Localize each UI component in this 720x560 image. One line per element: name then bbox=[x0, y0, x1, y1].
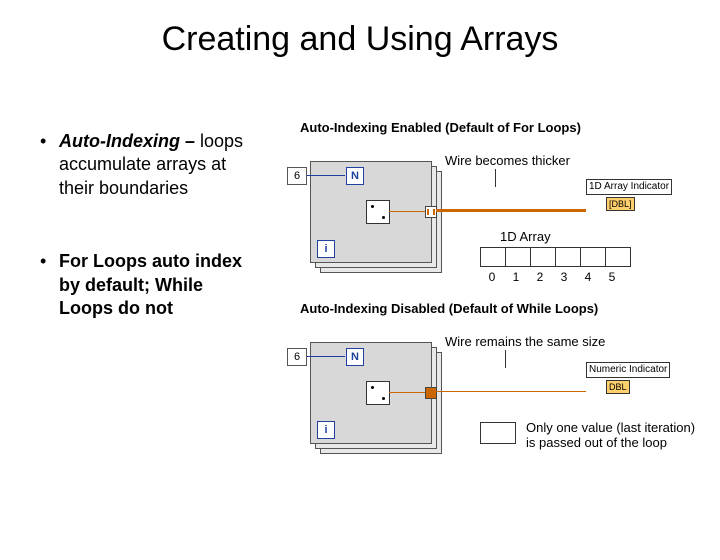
bottom-panel: Wire remains the same size 6 N i Numeric… bbox=[300, 322, 700, 472]
array-cell bbox=[580, 247, 606, 267]
array-index: 1 bbox=[504, 270, 528, 284]
scalar-cell bbox=[480, 422, 516, 444]
loop-front: 6 N i bbox=[310, 161, 432, 263]
array-cell bbox=[530, 247, 556, 267]
top-panel: Wire becomes thicker 6 N i 1D Array Indi… bbox=[300, 141, 700, 291]
array-index: 2 bbox=[528, 270, 552, 284]
diagram-area: Auto-Indexing Enabled (Default of For Lo… bbox=[300, 120, 700, 472]
bullet-list: • Auto-Indexing – loops accumulate array… bbox=[40, 130, 270, 370]
bottom-caption: Auto-Indexing Disabled (Default of While… bbox=[300, 301, 700, 316]
auto-index-tunnel-icon bbox=[425, 206, 437, 218]
top-caption: Auto-Indexing Enabled (Default of For Lo… bbox=[300, 120, 700, 135]
slide-title: Creating and Using Arrays bbox=[0, 20, 720, 59]
bottom-note: Only one value (last iteration) is passe… bbox=[526, 420, 696, 450]
bullet-item: • For Loops auto index by default; While… bbox=[40, 250, 270, 320]
leader-line bbox=[505, 350, 506, 368]
dbl-badge: [DBL] bbox=[606, 197, 635, 211]
bullet-dot: • bbox=[40, 250, 54, 273]
bullet-text: For Loops auto index by default; While L… bbox=[59, 250, 259, 320]
i-terminal: i bbox=[317, 240, 335, 258]
wire bbox=[307, 356, 345, 357]
wire bbox=[307, 175, 345, 176]
array-index: 3 bbox=[552, 270, 576, 284]
leader-line bbox=[495, 169, 496, 187]
array-cell bbox=[505, 247, 531, 267]
array-cell bbox=[605, 247, 631, 267]
non-index-tunnel-icon bbox=[425, 387, 437, 399]
thick-wire bbox=[436, 209, 586, 212]
while-loop-stack: 6 N i bbox=[310, 342, 440, 452]
bullet-item: • Auto-Indexing – loops accumulate array… bbox=[40, 130, 270, 200]
indicator-label: 1D Array Indicator bbox=[586, 179, 672, 195]
indicator-label: Numeric Indicator bbox=[586, 362, 670, 378]
dbl-badge: DBL bbox=[606, 380, 630, 394]
bullet-text: Auto-Indexing – loops accumulate arrays … bbox=[59, 130, 259, 200]
random-node-icon bbox=[366, 200, 390, 224]
array-index: 0 bbox=[480, 270, 504, 284]
array-index: 4 bbox=[576, 270, 600, 284]
wire-note: Wire becomes thicker bbox=[445, 153, 570, 168]
wire-note: Wire remains the same size bbox=[445, 334, 605, 349]
array-cells bbox=[480, 247, 630, 270]
iteration-constant: 6 bbox=[287, 167, 307, 185]
bullet-dot: • bbox=[40, 130, 54, 153]
n-terminal: N bbox=[346, 348, 364, 366]
i-terminal: i bbox=[317, 421, 335, 439]
array-cell bbox=[480, 247, 506, 267]
array-index: 5 bbox=[600, 270, 624, 284]
random-node-icon bbox=[366, 381, 390, 405]
array-indices: 012345 bbox=[480, 269, 624, 284]
bullet-em: Auto-Indexing – bbox=[59, 131, 195, 151]
loop-front: 6 N i bbox=[310, 342, 432, 444]
for-loop-stack: 6 N i bbox=[310, 161, 440, 271]
thin-wire bbox=[436, 391, 586, 392]
array-label: 1D Array bbox=[500, 229, 551, 244]
array-cell bbox=[555, 247, 581, 267]
iteration-constant: 6 bbox=[287, 348, 307, 366]
n-terminal: N bbox=[346, 167, 364, 185]
bullet-rest: For Loops auto index by default; While L… bbox=[59, 251, 242, 318]
